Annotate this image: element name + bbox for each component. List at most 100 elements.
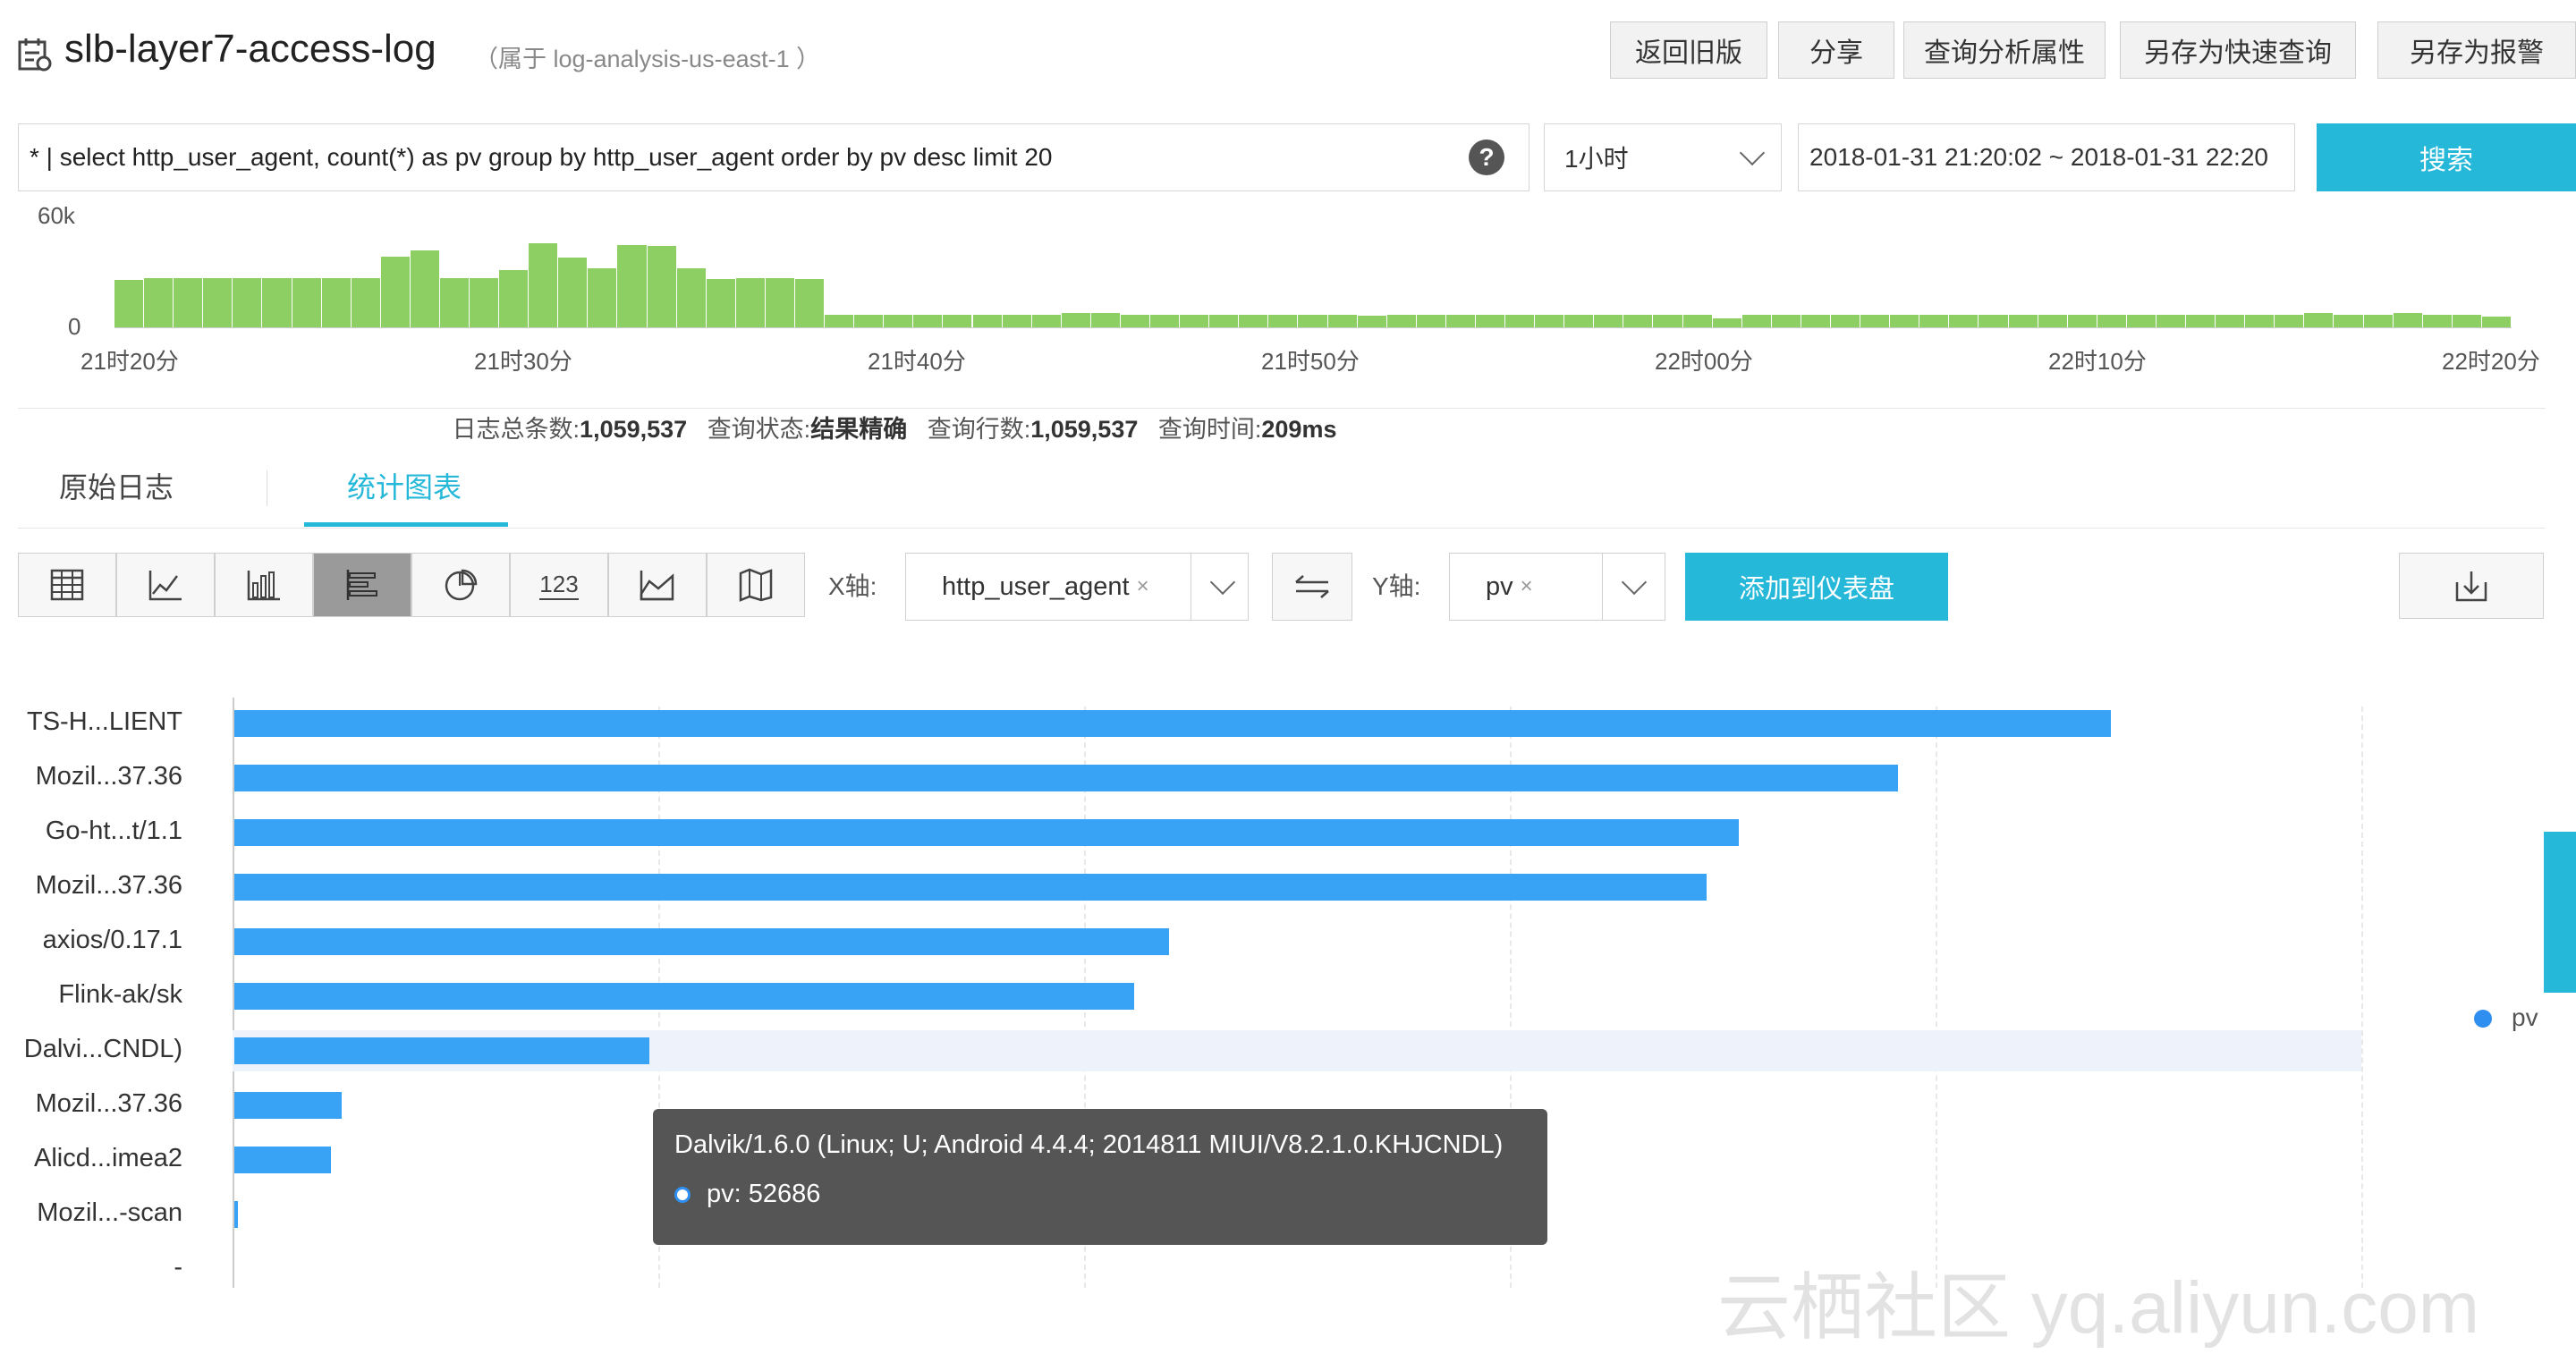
histogram-bar[interactable]	[1653, 314, 1683, 327]
histogram-bar[interactable]	[321, 277, 352, 327]
histogram-bar[interactable]	[2245, 314, 2275, 327]
histogram-bar[interactable]	[1979, 314, 2009, 327]
histogram-bar[interactable]	[292, 277, 322, 327]
query-properties-button[interactable]: 查询分析属性	[1903, 21, 2106, 79]
bar[interactable]	[234, 1146, 332, 1173]
table-chart-button[interactable]	[18, 553, 116, 617]
histogram-bar[interactable]	[765, 277, 795, 327]
histogram-bar[interactable]	[1239, 314, 1269, 327]
share-button[interactable]: 分享	[1778, 21, 1894, 79]
remove-y-field-icon[interactable]: ×	[1521, 574, 1533, 599]
area-chart-button[interactable]	[608, 553, 707, 617]
remove-x-field-icon[interactable]: ×	[1137, 574, 1149, 599]
help-icon[interactable]: ?	[1469, 140, 1504, 175]
histogram-bar[interactable]	[913, 314, 944, 327]
histogram-bar[interactable]	[2126, 314, 2157, 327]
histogram-bar[interactable]	[144, 277, 174, 327]
time-picker[interactable]: 2018-01-31 21:20:02 ~ 2018-01-31 22:20	[1798, 123, 2295, 191]
map-chart-button[interactable]	[707, 553, 805, 617]
histogram-bar[interactable]	[2216, 314, 2246, 327]
swap-axes-button[interactable]	[1272, 553, 1352, 621]
histogram-bar[interactable]	[1771, 314, 1801, 327]
histogram-bar[interactable]	[2067, 314, 2097, 327]
bar[interactable]	[234, 709, 2111, 737]
histogram-bar[interactable]	[1623, 314, 1654, 327]
bar[interactable]	[234, 927, 1169, 955]
histogram-bar[interactable]	[1831, 314, 1861, 327]
histogram-bar[interactable]	[647, 245, 677, 327]
histogram-bar[interactable]	[470, 277, 500, 327]
histogram-bar[interactable]	[1564, 314, 1595, 327]
histogram-bar[interactable]	[1801, 314, 1831, 327]
histogram-bar[interactable]	[1180, 314, 1210, 327]
histogram-bar[interactable]	[1090, 313, 1121, 327]
save-alert-button[interactable]: 另存为报警	[2377, 21, 2576, 79]
histogram-bar[interactable]	[114, 280, 145, 327]
side-panel-tab[interactable]	[2544, 832, 2576, 993]
histogram-bar[interactable]	[203, 277, 233, 327]
histogram-bar[interactable]	[558, 258, 589, 327]
histogram-bar[interactable]	[2481, 317, 2512, 327]
bar[interactable]	[234, 982, 1134, 1010]
bar-chart-button[interactable]	[313, 553, 411, 617]
histogram-bar[interactable]	[1327, 314, 1358, 327]
histogram-bar[interactable]	[410, 250, 440, 327]
histogram-bar[interactable]	[439, 277, 470, 327]
add-to-dashboard-button[interactable]: 添加到仪表盘	[1685, 553, 1948, 621]
histogram-bar[interactable]	[2422, 314, 2453, 327]
histogram-bar[interactable]	[825, 314, 855, 327]
histogram-bar[interactable]	[2097, 314, 2127, 327]
tab-raw-logs[interactable]: 原始日志	[59, 465, 174, 506]
histogram-bar[interactable]	[1268, 314, 1299, 327]
histogram-bar[interactable]	[1860, 314, 1891, 327]
back-old-version-button[interactable]: 返回旧版	[1610, 21, 1767, 79]
download-button[interactable]	[2399, 553, 2544, 619]
bar[interactable]	[234, 1037, 650, 1064]
histogram-bar[interactable]	[2452, 314, 2482, 327]
histogram-bar[interactable]	[2038, 314, 2068, 327]
histogram-bar[interactable]	[2186, 314, 2216, 327]
save-quick-query-button[interactable]: 另存为快速查询	[2120, 21, 2356, 79]
histogram-bar[interactable]	[529, 243, 559, 327]
histogram-bar[interactable]	[1120, 314, 1151, 327]
histogram-bar[interactable]	[588, 268, 618, 327]
histogram-bar[interactable]	[233, 277, 263, 327]
bar[interactable]	[234, 1200, 238, 1228]
histogram-bar[interactable]	[1031, 314, 1062, 327]
histogram-bar[interactable]	[2304, 313, 2334, 327]
histogram-bar[interactable]	[2008, 314, 2038, 327]
x-axis-select[interactable]: http_user_agent ×	[905, 553, 1249, 621]
histogram-bar[interactable]	[351, 277, 381, 327]
bar[interactable]	[234, 1091, 342, 1119]
histogram-bar[interactable]	[1594, 314, 1624, 327]
histogram-bar[interactable]	[1741, 314, 1772, 327]
y-axis-select[interactable]: pv ×	[1449, 553, 1665, 621]
histogram-bar[interactable]	[262, 277, 292, 327]
histogram-bar[interactable]	[676, 268, 707, 327]
column-chart-button[interactable]	[215, 553, 313, 617]
histogram-bar[interactable]	[1949, 314, 1979, 327]
histogram-bar[interactable]	[1061, 313, 1091, 327]
histogram-bar[interactable]	[1416, 314, 1446, 327]
histogram-bar[interactable]	[499, 270, 530, 327]
histogram-bar[interactable]	[1505, 314, 1536, 327]
histogram-bar[interactable]	[1890, 314, 1920, 327]
histogram-bar[interactable]	[1712, 318, 1742, 327]
query-input[interactable]: * | select http_user_agent, count(*) as …	[18, 123, 1530, 191]
histogram-bar[interactable]	[2363, 314, 2394, 327]
histogram-bar[interactable]	[1150, 314, 1181, 327]
pie-chart-button[interactable]	[411, 553, 510, 617]
histogram-bar[interactable]	[1475, 314, 1506, 327]
histogram-bar[interactable]	[943, 314, 973, 327]
bar[interactable]	[234, 764, 1898, 791]
histogram-bar[interactable]	[2275, 314, 2305, 327]
histogram-bar[interactable]	[174, 277, 204, 327]
histogram-bar[interactable]	[2393, 313, 2423, 327]
histogram-bar[interactable]	[972, 314, 1003, 327]
histogram-bar[interactable]	[2334, 314, 2364, 327]
search-button[interactable]: 搜索	[2317, 123, 2576, 191]
histogram-bar[interactable]	[1535, 314, 1565, 327]
bar[interactable]	[234, 818, 1739, 846]
legend-pv-label[interactable]: pv	[2512, 1003, 2538, 1032]
histogram-bar[interactable]	[735, 277, 766, 327]
